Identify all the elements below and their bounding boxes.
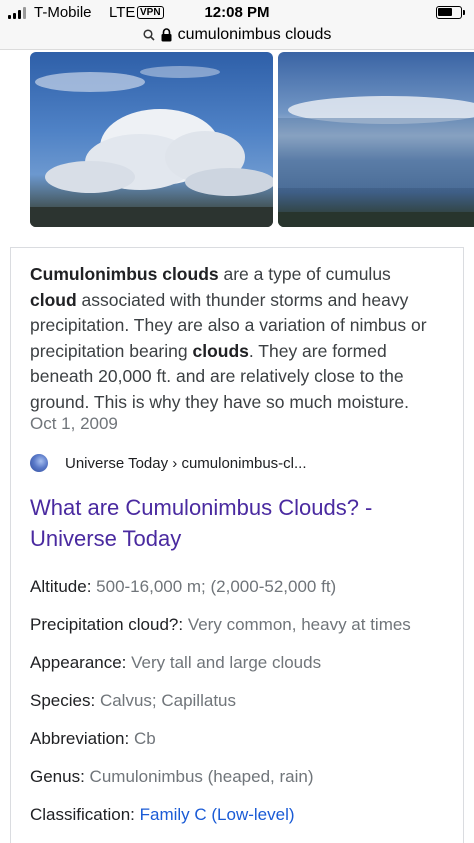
universe-today-favicon — [30, 454, 48, 472]
battery-icon — [436, 6, 465, 19]
clock: 12:08 PM — [204, 4, 270, 21]
classification-link[interactable]: Family C (Low-level) — [140, 805, 295, 824]
fact-genus: Genus: Cumulonimbus (heaped, rain) — [30, 767, 314, 786]
source-path: › cumulonimbus-cl... — [168, 454, 307, 472]
url-query: cumulonimbus clouds — [177, 26, 332, 43]
cloud-image-2[interactable] — [278, 52, 474, 227]
snippet-text: Cumulonimbus clouds are a type of cumulu… — [30, 264, 427, 412]
source-breadcrumb[interactable]: Universe Today › cumulonimbus-cl... — [30, 452, 307, 474]
url-bar[interactable]: cumulonimbus clouds — [0, 24, 474, 50]
fact-abbreviation: Abbreviation: Cb — [30, 729, 156, 748]
status-bar: T-Mobile LTE VPN 12:08 PM — [0, 0, 474, 24]
fact-altitude: Altitude: 500-16,000 m; (2,000-52,000 ft… — [30, 577, 337, 596]
fact-precipitation: Precipitation cloud?: Very common, heavy… — [30, 615, 411, 634]
lock-icon — [161, 28, 172, 42]
search-icon — [143, 29, 155, 41]
cloud-image-1[interactable] — [30, 52, 273, 227]
fact-species: Species: Calvus; Capillatus — [30, 691, 236, 710]
result-title-link[interactable]: What are Cumulonimbus Clouds? - Universe… — [30, 492, 440, 554]
fact-appearance: Appearance: Very tall and large clouds — [30, 653, 322, 672]
source-site: Universe Today — [65, 454, 169, 472]
fact-classification: Classification: Family C (Low-level) — [30, 805, 295, 824]
snippet-date: Oct 1, 2009 — [30, 414, 118, 433]
